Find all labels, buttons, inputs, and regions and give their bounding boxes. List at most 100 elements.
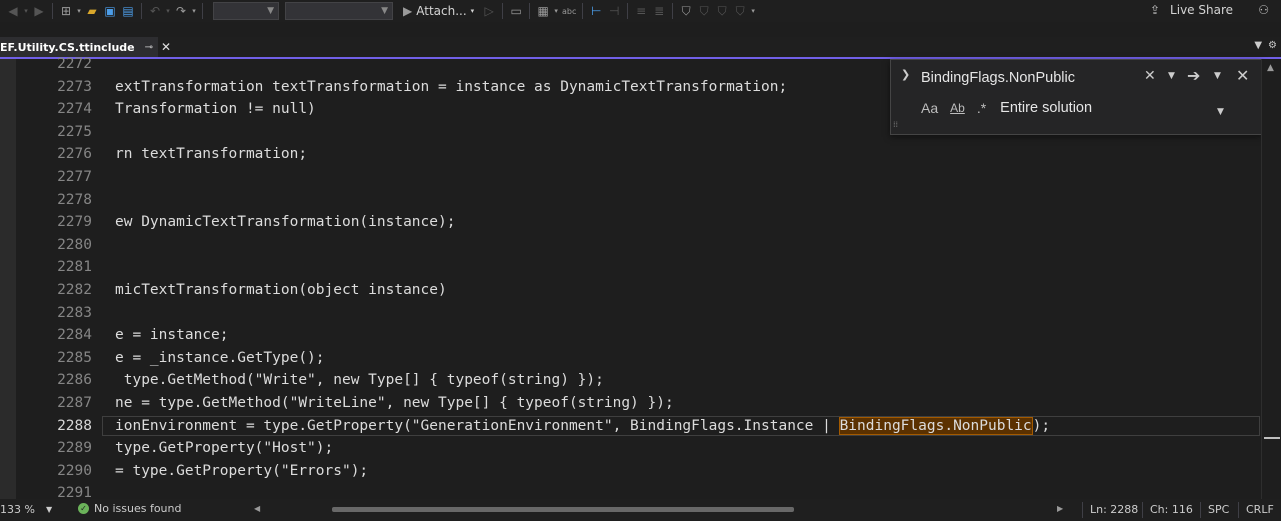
code-line[interactable]: 2280 <box>0 234 1262 256</box>
code-line[interactable]: 2289 type.GetProperty("Host"); <box>0 437 1262 459</box>
pin-icon[interactable]: ⊸ <box>145 42 153 53</box>
layout-dropdown-icon[interactable]: ▾ <box>552 2 560 20</box>
live-share-label: Live Share <box>1170 3 1233 17</box>
issues-indicator[interactable]: ✓ No issues found <box>78 502 181 515</box>
next-bookmark-icon[interactable]: ⛉ <box>713 2 731 20</box>
undo-icon[interactable]: ↶ <box>146 2 164 20</box>
code-line[interactable]: 2279 ew DynamicTextTransformation(instanc… <box>0 211 1262 233</box>
line-number: 2284 <box>57 327 92 344</box>
code-line[interactable]: 2283 <box>0 302 1262 324</box>
code-line[interactable]: 2288 ionEnvironment = type.GetProperty("G… <box>0 415 1262 437</box>
whole-word-icon[interactable]: Ab <box>950 101 965 115</box>
code-text: extTransformation textTransformation = i… <box>115 78 788 95</box>
scroll-right-icon[interactable]: ▶ <box>1057 504 1063 513</box>
code-line[interactable]: 2276 rn textTransformation; <box>0 143 1262 165</box>
scope-dropdown-icon[interactable]: ▼ <box>1217 107 1224 117</box>
code-line[interactable]: 2285 e = _instance.GetType(); <box>0 347 1262 369</box>
code-line[interactable]: 2286 type.GetMethod("Write", new Type[] … <box>0 369 1262 391</box>
line-number: 2274 <box>57 101 92 118</box>
scroll-up-icon[interactable]: ▲ <box>1267 63 1274 73</box>
issues-label: No issues found <box>94 502 182 515</box>
redo-icon[interactable]: ↷ <box>172 2 190 20</box>
platform-combo[interactable]: ▼ <box>285 2 393 20</box>
toolbar-overflow-icon[interactable]: ▾ <box>749 2 757 20</box>
code-line[interactable]: 2287 ne = type.GetMethod("WriteLine", new… <box>0 392 1262 414</box>
toolbar-separator <box>582 3 584 19</box>
prev-bookmark-icon[interactable]: ⛉ <box>695 2 713 20</box>
tab-filename: EF.Utility.CS.ttinclude <box>0 40 135 54</box>
regex-icon[interactable]: .* <box>977 100 986 116</box>
configuration-combo[interactable]: ▼ <box>213 2 279 20</box>
redo-dropdown-icon[interactable]: ▾ <box>190 2 198 20</box>
new-project-icon[interactable]: ⊞ <box>57 2 75 20</box>
line-number: 2279 <box>57 214 92 231</box>
live-share-button[interactable]: ⇪ Live Share <box>1150 3 1233 17</box>
close-find-icon[interactable]: ✕ <box>1236 66 1249 85</box>
back-icon[interactable]: ◀ <box>4 2 22 20</box>
line-number: 2282 <box>57 282 92 298</box>
attach-dropdown-icon[interactable]: ▾ <box>471 7 475 15</box>
code-line[interactable]: 2278 <box>0 189 1262 211</box>
line-indicator[interactable]: Ln: 2288 <box>1090 503 1138 516</box>
back-dropdown-icon[interactable]: ▾ <box>22 2 30 20</box>
code-text: micTextTransformation(object instance) <box>115 282 447 298</box>
code-line[interactable]: 2284 e = instance; <box>0 324 1262 346</box>
code-line[interactable]: 2281 <box>0 256 1262 278</box>
open-file-icon[interactable]: ▰ <box>83 2 101 20</box>
line-number: 2276 <box>57 146 92 163</box>
spell-check-icon[interactable]: abc <box>560 2 578 20</box>
search-history-icon[interactable]: ▼ <box>1168 71 1175 81</box>
line-number: 2283 <box>57 304 92 321</box>
new-project-dropdown-icon[interactable]: ▾ <box>75 2 83 20</box>
bookmark-icon[interactable]: ⛉ <box>677 2 695 20</box>
match-case-icon[interactable]: Aa <box>921 100 938 116</box>
undo-dropdown-icon[interactable]: ▾ <box>164 2 172 20</box>
line-number: 2286 <box>57 372 92 389</box>
line-number: 2290 <box>57 462 92 479</box>
settings-icon[interactable]: ⚙ <box>1268 40 1277 51</box>
step-out-icon[interactable]: ⊣ <box>605 2 623 20</box>
code-line[interactable]: 2277 <box>0 166 1262 188</box>
zoom-dropdown-icon[interactable]: ▼ <box>46 505 52 514</box>
find-next-icon[interactable]: ➔ <box>1187 66 1200 85</box>
find-widget: ❯ BindingFlags.NonPublic ✕ ▼ ➔ ▼ ✕ Aa Ab… <box>890 59 1262 135</box>
indentation-indicator[interactable]: SPC <box>1208 503 1229 516</box>
layout-icon[interactable]: ▦ <box>534 2 552 20</box>
code-line[interactable]: 2282 micTextTransformation(object instanc… <box>0 279 1262 301</box>
resize-grip-icon[interactable]: ⁞⁞ <box>893 120 898 129</box>
find-options-icon[interactable]: ▼ <box>1214 71 1221 81</box>
line-ending-indicator[interactable]: CRLF <box>1246 503 1274 516</box>
find-input[interactable]: BindingFlags.NonPublic <box>921 66 1141 90</box>
attach-button[interactable]: ▶ Attach... ▾ <box>403 4 474 18</box>
vertical-scrollbar[interactable]: ▲ <box>1261 59 1281 499</box>
zoom-level[interactable]: 133 % <box>0 503 35 516</box>
save-icon[interactable]: ▣ <box>101 2 119 20</box>
line-number: 2278 <box>57 191 92 208</box>
tab-list-icon[interactable]: ▼ <box>1254 40 1262 51</box>
folder-icon[interactable]: ▭ <box>507 2 525 20</box>
toolbar-separator <box>627 3 629 19</box>
horizontal-scrollbar-thumb[interactable] <box>332 507 794 512</box>
find-options-row: Aa Ab .* Entire solution <box>921 100 1092 116</box>
clear-bookmarks-icon[interactable]: ⛉ <box>731 2 749 20</box>
close-icon[interactable]: ✕ <box>161 40 171 54</box>
search-scope-select[interactable]: Entire solution <box>1000 100 1092 116</box>
toolbar: ◀ ▾ ▶ ⊞ ▾ ▰ ▣ ▤ ↶ ▾ ↷ ▾ ▼ ▼ ▶ Attach... … <box>0 0 1281 22</box>
account-icon[interactable]: ⚇ <box>1258 3 1269 17</box>
code-text: type.GetProperty("Host"); <box>115 440 334 457</box>
code-line[interactable]: 2290 = type.GetProperty("Errors"); <box>0 460 1262 482</box>
comment-icon[interactable]: ≡ <box>632 2 650 20</box>
uncomment-icon[interactable]: ≣ <box>650 2 668 20</box>
check-circle-icon: ✓ <box>78 503 89 514</box>
line-number: 2289 <box>57 440 92 457</box>
status-separator <box>1142 502 1143 518</box>
toggle-replace-icon[interactable]: ❯ <box>901 68 910 81</box>
forward-icon[interactable]: ▶ <box>30 2 48 20</box>
clear-search-icon[interactable]: ✕ <box>1144 68 1156 84</box>
start-without-debug-icon[interactable]: ▷ <box>480 2 498 20</box>
step-icon[interactable]: ⊢ <box>587 2 605 20</box>
scroll-left-icon[interactable]: ◀ <box>254 504 260 513</box>
save-all-icon[interactable]: ▤ <box>119 2 137 20</box>
column-indicator[interactable]: Ch: 116 <box>1150 503 1193 516</box>
code-editor[interactable]: 2272 2273 extTransformation textTransforma… <box>0 56 1281 501</box>
